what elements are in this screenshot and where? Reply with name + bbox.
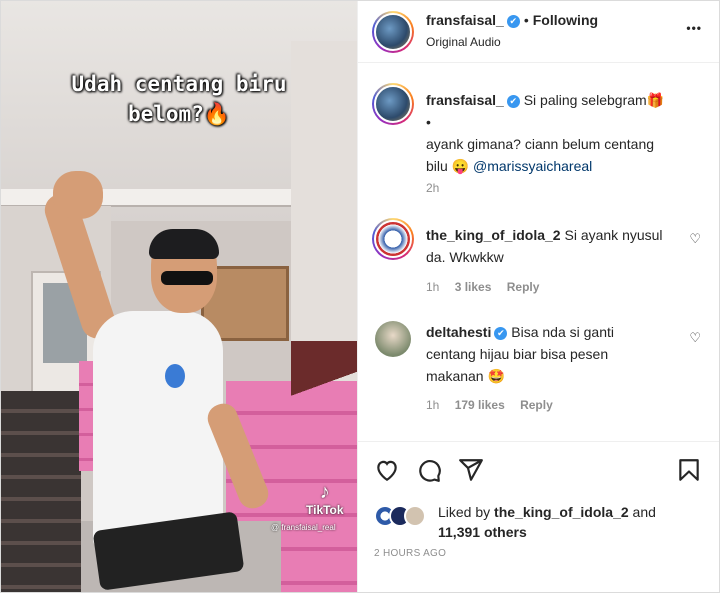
liked-by-prefix: Liked by	[438, 504, 491, 520]
caption-username[interactable]: fransfaisal_	[426, 92, 504, 108]
comment-time[interactable]: 1h	[426, 280, 439, 294]
tiktok-watermark: ♪ TikTok	[306, 481, 344, 517]
comment-time[interactable]: 1h	[426, 398, 439, 412]
comment-reply-button[interactable]: Reply	[507, 280, 540, 294]
verified-badge-icon: ✔	[506, 15, 520, 28]
mention-link[interactable]: @marissyaichareal	[473, 158, 592, 174]
comment-text-line-1: Bisa nda si ganti	[511, 324, 614, 340]
instagram-post-modal: Udah centang biru belom?🔥 ♪ TikTok @ fra…	[0, 0, 720, 593]
tiktok-username: @ fransfaisal_real	[271, 523, 336, 532]
comment-text-line-1: Si ayank nyusul	[564, 227, 663, 243]
commenter-avatar[interactable]	[372, 218, 414, 260]
commenter-avatar[interactable]	[375, 321, 411, 357]
person-sunglasses	[161, 271, 213, 285]
caption-line-3: bilu 😛	[426, 158, 470, 174]
separator-dot: •	[523, 12, 529, 28]
caption-avatar[interactable]	[372, 83, 414, 125]
audio-label[interactable]: Original Audio	[426, 35, 501, 49]
comment-reply-button[interactable]: Reply	[520, 398, 553, 412]
post-header: fransfaisal_ ✔ • Following Original Audio •…	[358, 1, 719, 63]
share-icon[interactable]	[458, 457, 484, 483]
comment-text-line-2: centang hijau biar bisa pesen	[426, 346, 609, 362]
comment-text-line-3: makanan 🤩	[426, 368, 505, 384]
verified-badge-icon: ✔	[494, 327, 508, 340]
tiktok-logo-icon: ♪	[319, 481, 330, 503]
commenter-username[interactable]: deltahesti	[426, 324, 491, 340]
following-button[interactable]: Following	[533, 12, 598, 28]
liked-by-text: Liked by the_king_of_idola_2 and 11,391 …	[438, 502, 708, 542]
liked-by-others[interactable]: 11,391 others	[438, 524, 527, 540]
commenter-username[interactable]: the_king_of_idola_2	[426, 227, 561, 243]
post-video[interactable]: Udah centang biru belom?🔥 ♪ TikTok @ fra…	[1, 1, 357, 592]
overlay-line-2: belom?🔥	[127, 102, 230, 126]
liked-by-avatars[interactable]	[374, 505, 434, 527]
bookmark-icon[interactable]	[676, 457, 702, 483]
post-timestamp[interactable]: 2 HOURS AGO	[374, 548, 446, 559]
person-hand	[53, 171, 103, 219]
comment-likes-count[interactable]: 179 likes	[455, 398, 505, 412]
caption-bullet: •	[426, 114, 431, 130]
heart-icon[interactable]	[374, 457, 400, 483]
video-text-overlay: Udah centang biru belom?🔥	[1, 69, 357, 129]
comment-like-heart-icon[interactable]: ♡	[689, 231, 701, 247]
more-options-icon[interactable]: •••	[686, 21, 702, 35]
author-avatar[interactable]	[372, 11, 414, 53]
verified-badge-icon: ✔	[506, 95, 520, 108]
post-side-panel: fransfaisal_ ✔ • Following Original Audio •…	[357, 1, 719, 592]
caption-line-2: ayank gimana? ciann belum centang	[426, 136, 655, 152]
liked-by-username[interactable]: the_king_of_idola_2	[494, 504, 629, 520]
author-username[interactable]: fransfaisal_	[426, 12, 504, 28]
comment-icon[interactable]	[416, 457, 442, 483]
tiktok-label: TikTok	[306, 503, 344, 517]
comment-text-line-2: da. Wkwkkw	[426, 249, 504, 265]
liked-by-and: and	[632, 504, 656, 520]
caption-line-1: Si paling selebgram🎁	[523, 92, 665, 108]
comment-likes-count[interactable]: 3 likes	[455, 280, 492, 294]
post-actions: Liked by the_king_of_idola_2 and 11,391 …	[358, 441, 719, 591]
comment-like-heart-icon[interactable]: ♡	[689, 330, 701, 346]
overlay-line-1: Udah centang biru	[71, 72, 287, 96]
caption-time[interactable]: 2h	[426, 181, 439, 195]
